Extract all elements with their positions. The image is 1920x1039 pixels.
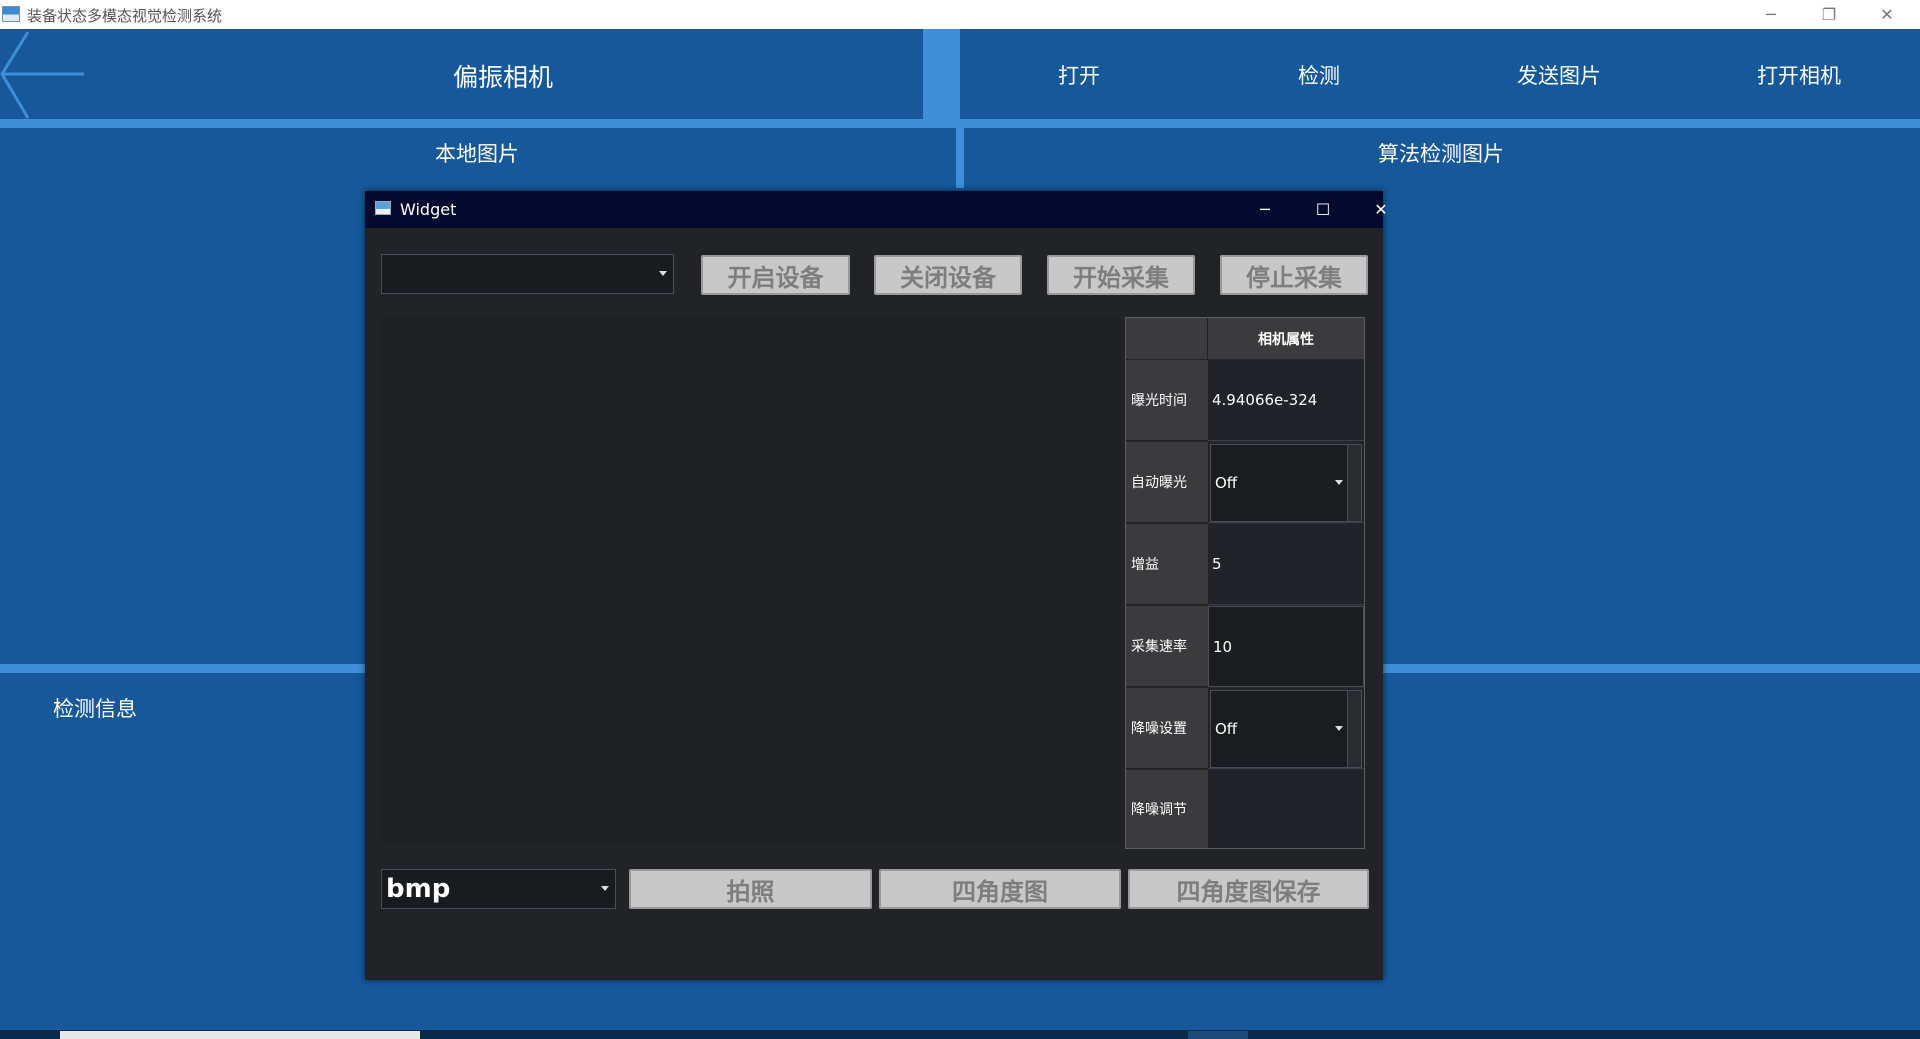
detect-button[interactable]: 检测 xyxy=(1298,60,1340,90)
restore-button[interactable]: ❐ xyxy=(1801,0,1857,29)
header-splitter xyxy=(923,29,960,122)
start-capture-button[interactable]: 开始采集 xyxy=(1047,255,1195,295)
close-button[interactable]: ✕ xyxy=(1859,0,1915,29)
chevron-down-icon xyxy=(1335,726,1343,731)
property-row-denoise-setting: 降噪设置 Off xyxy=(1126,688,1364,770)
panel-divider xyxy=(956,128,964,188)
property-row-gain: 增益 5 xyxy=(1126,524,1364,606)
detect-info-label: 检测信息 xyxy=(53,697,137,721)
send-image-button[interactable]: 发送图片 xyxy=(1517,60,1601,90)
minimize-button[interactable]: ─ xyxy=(1743,0,1799,29)
chevron-down-icon xyxy=(601,886,609,891)
camera-widget-dialog: Widget ─ ☐ ✕ 开启设备 关闭设备 开始采集 停止采集 相机属性 曝光… xyxy=(365,191,1388,980)
app-header xyxy=(0,29,1920,119)
exposure-time-value[interactable]: 4.94066e-324 xyxy=(1208,360,1364,441)
app-icon xyxy=(2,6,20,22)
window-titlebar: 装备状态多模态视觉检测系统 ─ ❐ ✕ xyxy=(0,0,1920,29)
combo-scrollbar[interactable] xyxy=(1347,691,1361,767)
frame-rate-input[interactable]: 10 xyxy=(1208,606,1364,687)
dialog-titlebar: Widget ─ ☐ ✕ xyxy=(365,191,1388,228)
auto-exposure-value: Off xyxy=(1215,474,1238,492)
image-format-value: bmp xyxy=(386,874,451,904)
property-name: 曝光时间 xyxy=(1126,360,1208,441)
window-title: 装备状态多模态视觉检测系统 xyxy=(27,7,223,25)
chevron-down-icon xyxy=(1335,480,1343,485)
page-title: 偏振相机 xyxy=(453,63,554,92)
properties-header: 相机属性 xyxy=(1208,318,1364,360)
four-angle-button[interactable]: 四角度图 xyxy=(879,869,1121,909)
property-name: 增益 xyxy=(1126,524,1208,605)
open-device-button[interactable]: 开启设备 xyxy=(701,255,850,295)
widget-icon xyxy=(375,201,391,215)
camera-preview xyxy=(381,317,1121,845)
property-name: 降噪调节 xyxy=(1126,770,1208,848)
denoise-adjust-value[interactable] xyxy=(1208,770,1364,848)
back-arrow-icon[interactable] xyxy=(0,30,90,120)
close-device-button[interactable]: 关闭设备 xyxy=(874,255,1022,295)
property-row-frame-rate: 采集速率 10 xyxy=(1126,606,1364,688)
four-angle-save-button[interactable]: 四角度图保存 xyxy=(1128,869,1369,909)
header-divider xyxy=(0,119,1920,128)
denoise-value: Off xyxy=(1215,720,1238,738)
open-camera-button[interactable]: 打开相机 xyxy=(1757,60,1841,90)
dialog-minimize-button[interactable]: ─ xyxy=(1236,191,1294,228)
dialog-title: Widget xyxy=(400,200,457,219)
detect-image-label: 算法检测图片 xyxy=(1378,142,1504,166)
open-button[interactable]: 打开 xyxy=(1058,60,1100,90)
property-row-exposure-time: 曝光时间 4.94066e-324 xyxy=(1126,360,1364,442)
table-corner xyxy=(1126,318,1208,360)
property-row-denoise-adjust: 降噪调节 xyxy=(1126,770,1364,848)
property-name: 降噪设置 xyxy=(1126,688,1208,769)
denoise-select[interactable]: Off xyxy=(1210,690,1362,768)
camera-properties-table: 相机属性 曝光时间 4.94066e-324 自动曝光 Off 增益 5 采集速… xyxy=(1125,317,1365,849)
stop-capture-button[interactable]: 停止采集 xyxy=(1220,255,1368,295)
auto-exposure-select[interactable]: Off xyxy=(1210,444,1362,522)
combo-scrollbar[interactable] xyxy=(1347,445,1361,521)
taskbar-item[interactable] xyxy=(1188,1031,1248,1039)
chevron-down-icon xyxy=(659,271,667,276)
photo-button[interactable]: 拍照 xyxy=(629,869,872,909)
local-image-label: 本地图片 xyxy=(435,142,519,166)
image-format-select[interactable]: bmp xyxy=(381,869,616,909)
gain-value[interactable]: 5 xyxy=(1208,524,1364,605)
property-name: 采集速率 xyxy=(1126,606,1208,687)
taskbar-item[interactable] xyxy=(60,1031,420,1039)
dialog-close-button[interactable]: ✕ xyxy=(1352,191,1410,228)
property-row-auto-exposure: 自动曝光 Off xyxy=(1126,442,1364,524)
property-name: 自动曝光 xyxy=(1126,442,1208,523)
taskbar xyxy=(0,1030,1920,1039)
device-select[interactable] xyxy=(381,254,674,294)
dialog-maximize-button[interactable]: ☐ xyxy=(1294,191,1352,228)
